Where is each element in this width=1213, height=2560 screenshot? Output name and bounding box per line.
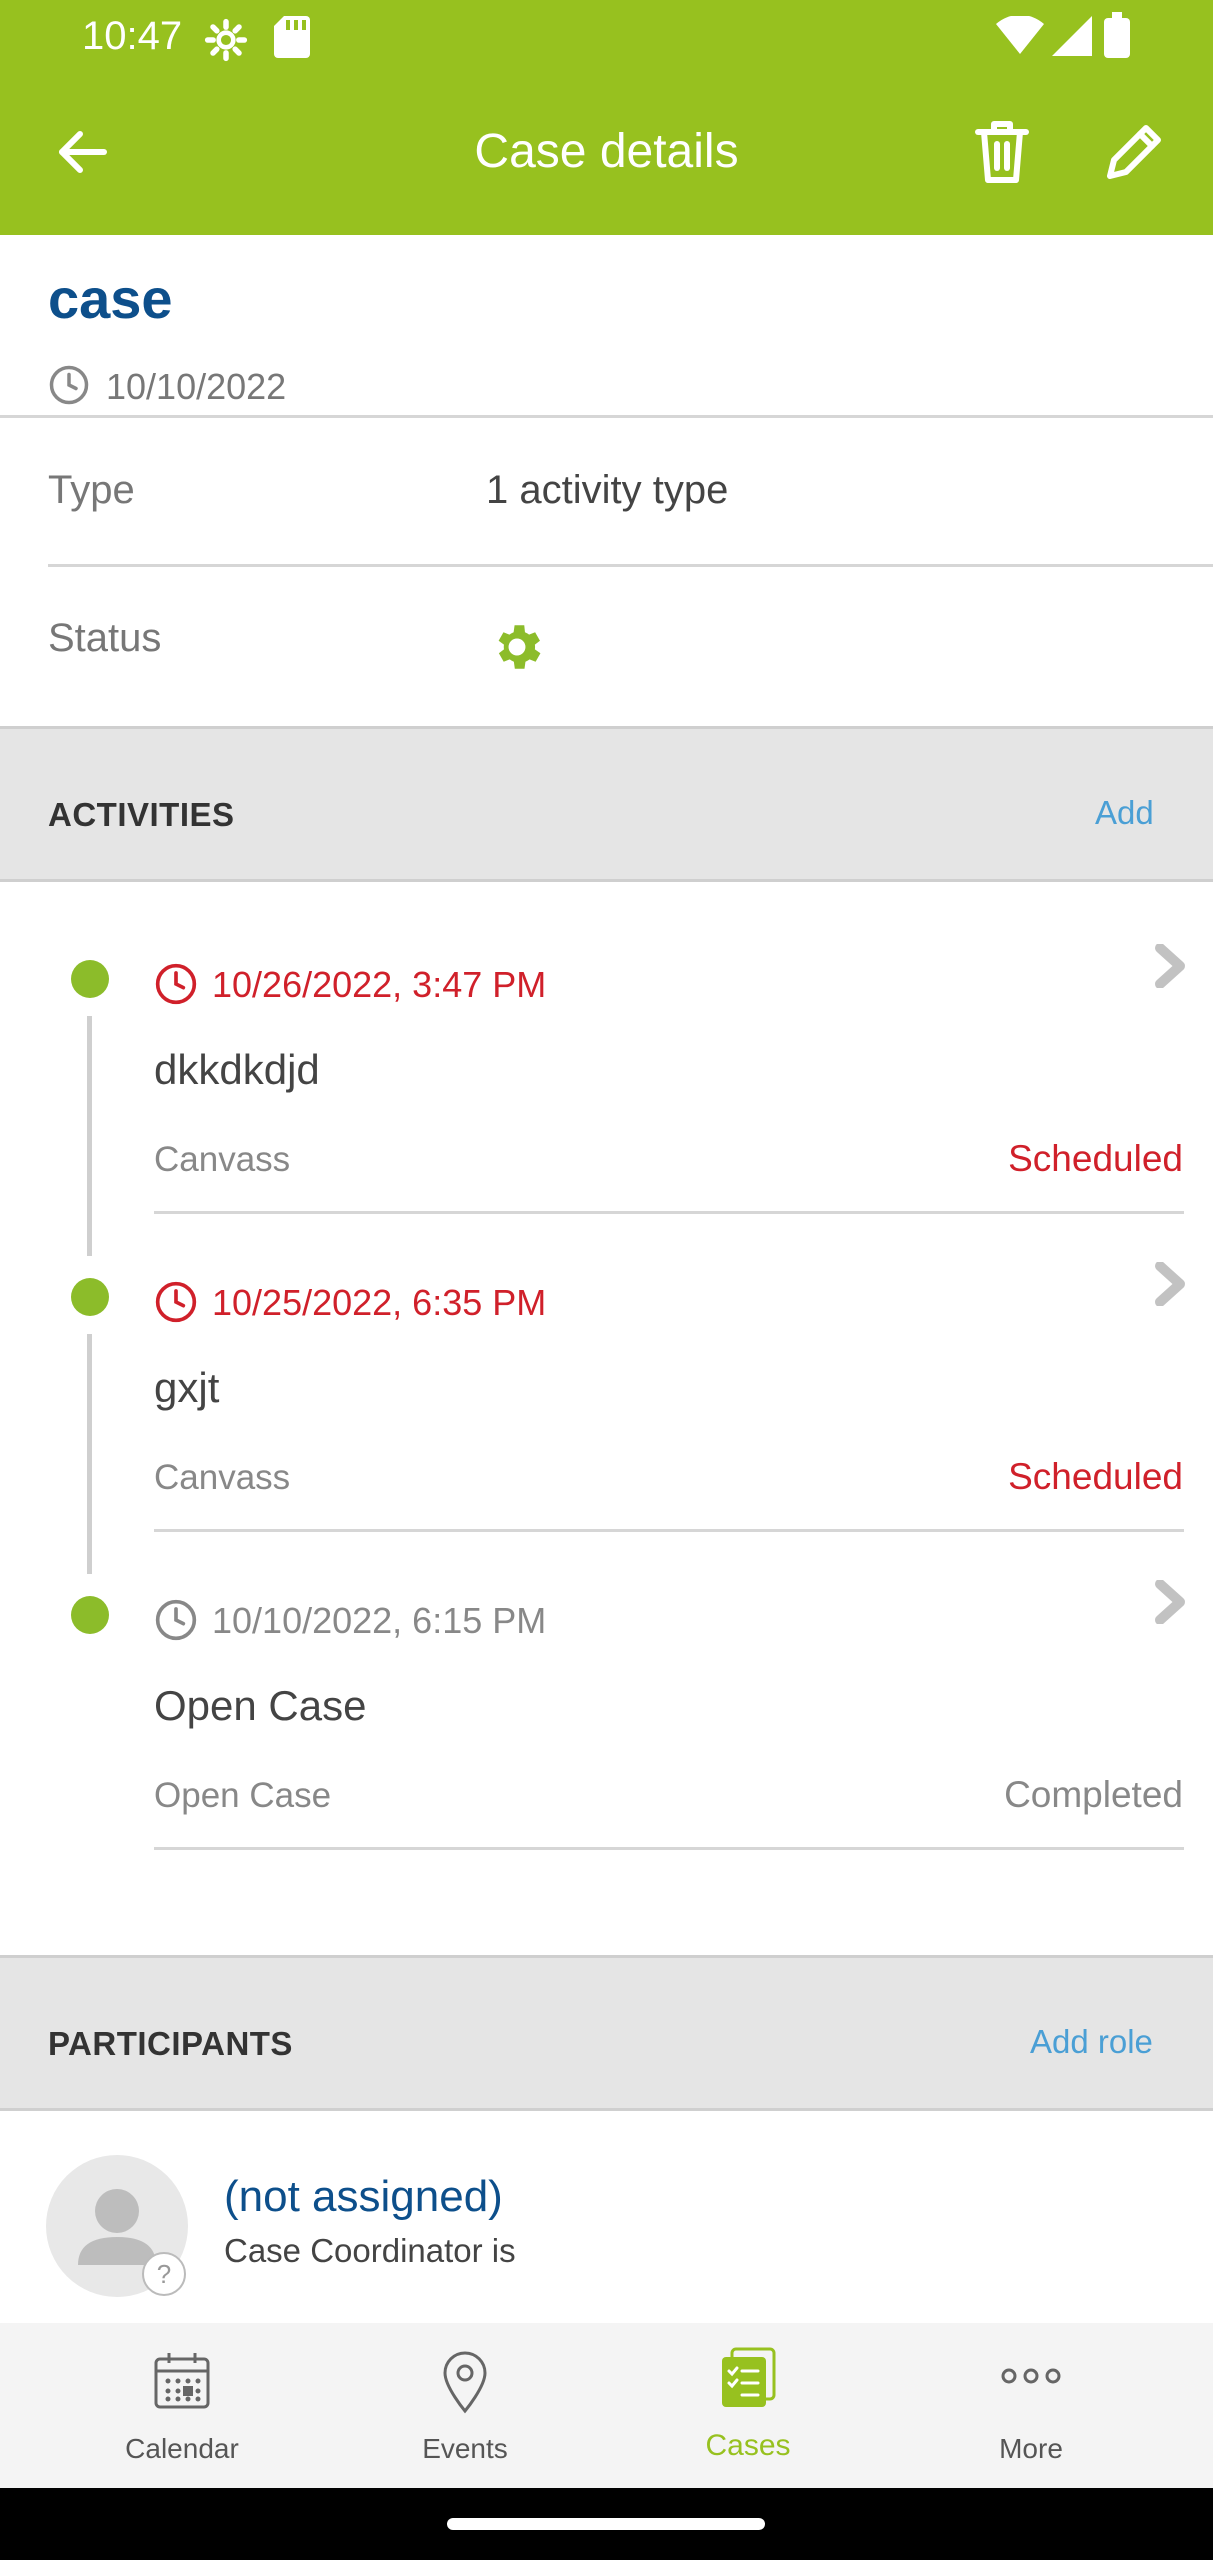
battery-icon <box>1104 12 1130 63</box>
activity-datetime: 10/26/2022, 3:47 PM <box>212 964 547 1005</box>
location-pin-icon <box>441 2351 489 2420</box>
activity-title: Open Case <box>154 1682 367 1729</box>
nav-more[interactable]: More <box>891 2323 1171 2488</box>
timeline-dot <box>71 960 109 998</box>
activity-datetime: 10/10/2022, 6:15 PM <box>212 1600 547 1641</box>
activity-type: Canvass <box>154 1140 291 1179</box>
participant-name[interactable]: (not assigned) <box>224 2172 503 2222</box>
chevron-right-icon[interactable] <box>1152 943 1188 993</box>
sd-card-icon <box>274 16 310 63</box>
participants-heading: PARTICIPANTS <box>48 2025 293 2062</box>
activities-heading: ACTIVITIES <box>48 796 235 833</box>
divider <box>154 1847 1184 1850</box>
case-date: 10/10/2022 <box>106 366 287 407</box>
activity-datetime: 10/25/2022, 6:35 PM <box>212 1282 547 1323</box>
gear-icon <box>488 618 546 681</box>
home-gesture-handle[interactable] <box>447 2518 765 2530</box>
activity-status: Completed <box>1004 1774 1183 1815</box>
type-value: 1 activity type <box>486 468 729 512</box>
add-activity-button[interactable]: Add <box>1095 794 1154 832</box>
divider <box>154 1211 1184 1214</box>
nav-cases[interactable]: Cases <box>608 2323 888 2488</box>
nav-label: Events <box>422 2433 508 2464</box>
trash-icon[interactable] <box>970 118 1034 186</box>
divider <box>48 564 1213 567</box>
divider <box>154 1529 1184 1532</box>
chevron-right-icon[interactable] <box>1152 1261 1188 1311</box>
activity-type: Open Case <box>154 1776 332 1815</box>
pencil-edit-icon[interactable] <box>1100 118 1168 186</box>
nav-label: Cases <box>705 2429 791 2462</box>
status-label: Status <box>48 616 162 660</box>
clock-icon <box>48 364 90 411</box>
wifi-icon <box>996 14 1044 61</box>
cell-signal-icon <box>1052 16 1092 61</box>
activity-title: gxjt <box>154 1364 220 1411</box>
divider <box>0 415 1213 418</box>
clock-icon <box>154 1598 198 1647</box>
cases-icon <box>718 2347 778 2414</box>
case-title: case <box>48 267 173 330</box>
activity-type: Canvass <box>154 1458 291 1497</box>
timeline-dot <box>71 1278 109 1316</box>
timeline-line <box>87 1016 92 1256</box>
clock-icon <box>154 1280 198 1329</box>
nav-events[interactable]: Events <box>325 2323 605 2488</box>
status-bar-time: 10:47 <box>82 14 183 58</box>
settings-status-icon <box>204 18 248 67</box>
participant-role: Case Coordinator is <box>224 2232 516 2269</box>
nav-calendar[interactable]: Calendar <box>42 2323 322 2488</box>
nav-label: More <box>999 2433 1063 2464</box>
nav-label: Calendar <box>125 2433 239 2464</box>
timeline-dot <box>71 1596 109 1634</box>
activity-title: dkkdkdjd <box>154 1046 320 1093</box>
clock-icon <box>154 962 198 1011</box>
question-badge-icon: ? <box>142 2252 186 2296</box>
activity-status: Scheduled <box>1008 1138 1183 1179</box>
chevron-right-icon[interactable] <box>1152 1579 1188 1629</box>
calendar-icon <box>153 2351 211 2416</box>
more-dots-icon <box>1000 2365 1062 2392</box>
add-role-button[interactable]: Add role <box>1030 2023 1153 2061</box>
activity-status: Scheduled <box>1008 1456 1183 1497</box>
type-label: Type <box>48 468 135 512</box>
timeline-line <box>87 1334 92 1574</box>
